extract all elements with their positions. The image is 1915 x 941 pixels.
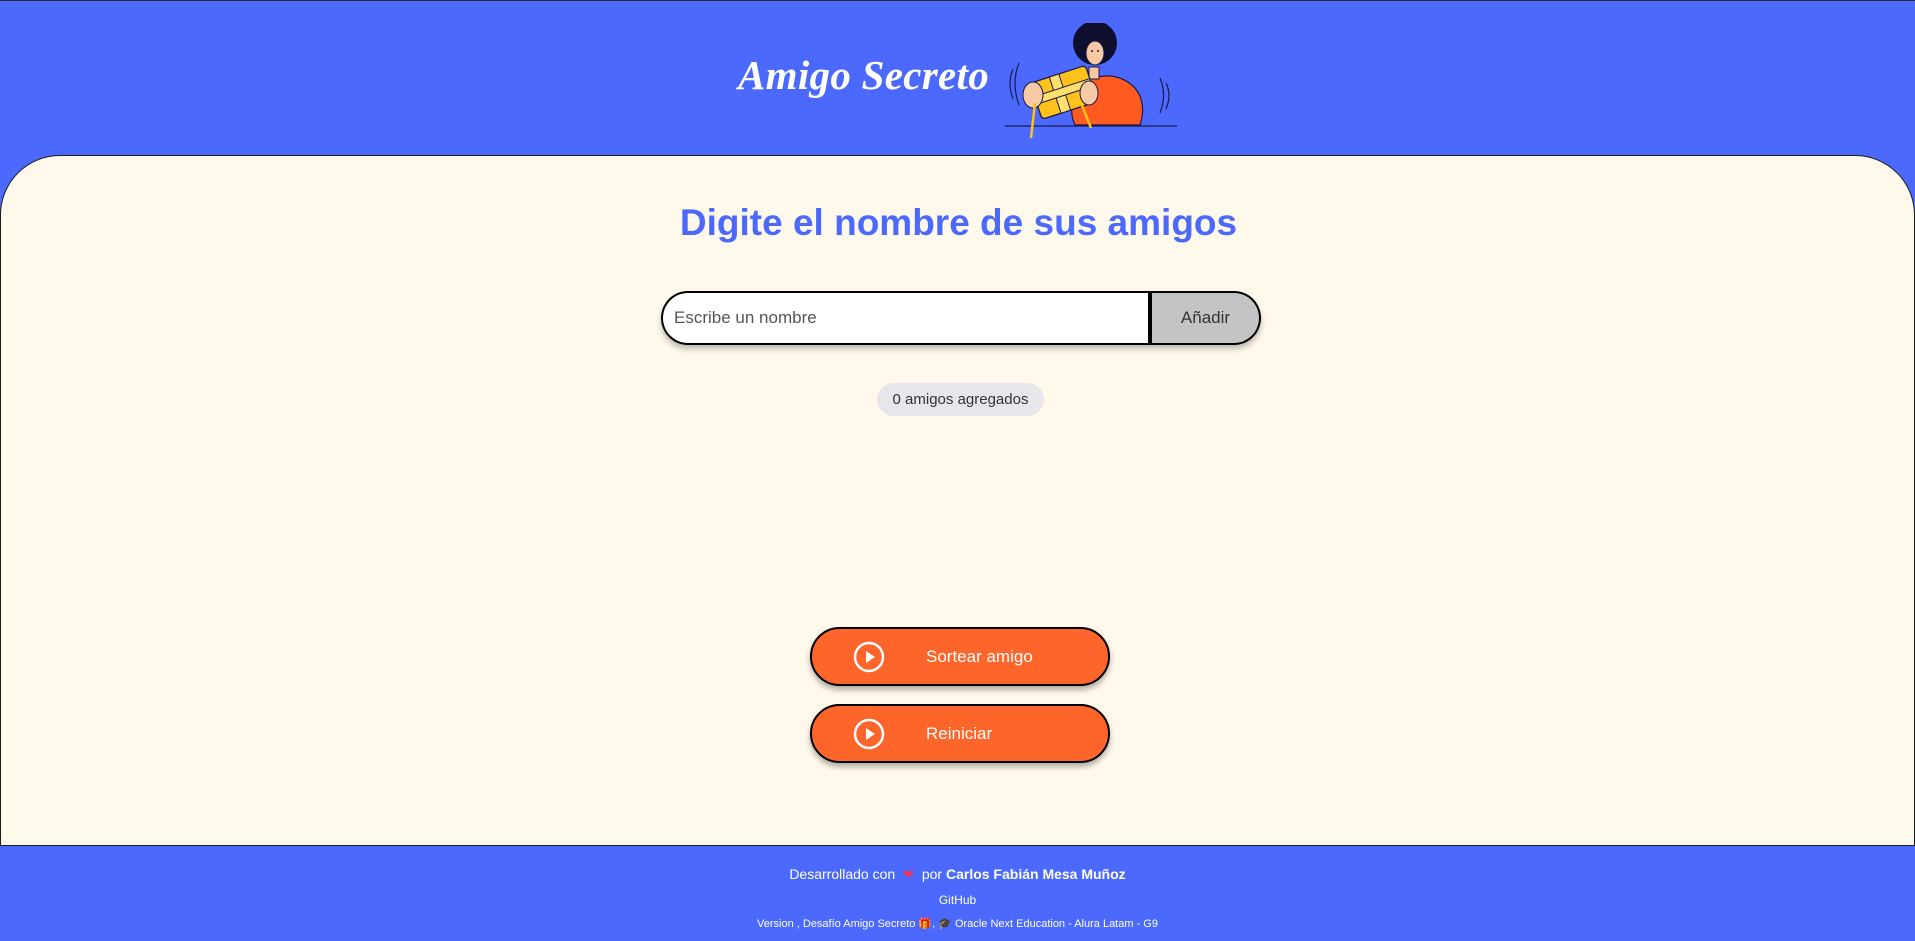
main-heading: Digite el nombre de sus amigos xyxy=(679,202,1238,243)
reset-button[interactable]: Reiniciar xyxy=(810,704,1110,763)
play-circle-icon xyxy=(853,718,885,750)
version-text: Version , Desafío Amigo Secreto 🎁, 🎓 Ora… xyxy=(757,918,1158,930)
main-panel: Digite el nombre de sus amigos Añadir 0 … xyxy=(0,155,1915,846)
app-title: Amigo Secreto xyxy=(738,52,990,98)
author-name: Carlos Fabián Mesa Muñoz xyxy=(945,866,1126,882)
play-circle-icon xyxy=(853,641,885,673)
credit-prefix: Desarrollado con xyxy=(789,866,896,882)
draw-friend-button[interactable]: Sortear amigo xyxy=(810,627,1110,686)
credit-by: por xyxy=(921,866,943,882)
heart-icon: ❤ xyxy=(903,867,914,882)
friends-count-badge: 0 amigos agregados xyxy=(877,383,1044,416)
footer-credit: Desarrollado con ❤ por Carlos Fabián Mes… xyxy=(0,866,1915,883)
github-link[interactable]: GitHub xyxy=(0,893,1915,907)
draw-friend-label: Sortear amigo xyxy=(926,647,1033,666)
footer: Desarrollado con ❤ por Carlos Fabián Mes… xyxy=(0,846,1915,941)
name-input-group: Añadir xyxy=(661,291,1261,345)
add-button[interactable]: Añadir xyxy=(1148,291,1261,345)
secret-friend-illustration xyxy=(1005,21,1180,143)
reset-label: Reiniciar xyxy=(926,724,993,743)
name-input[interactable] xyxy=(661,291,1148,345)
header: Amigo Secreto xyxy=(0,1,1915,156)
